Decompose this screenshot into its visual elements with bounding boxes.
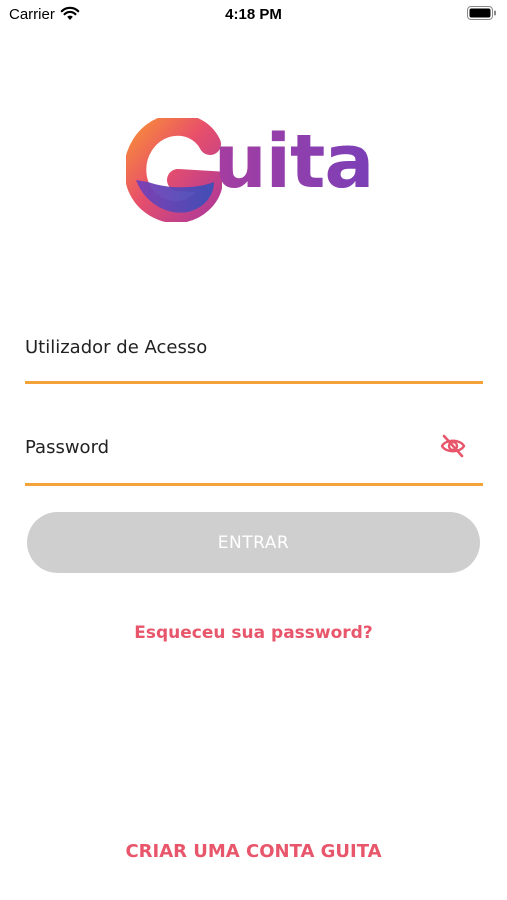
logo-mark-icon [126,118,222,222]
password-field-container [25,430,483,486]
eye-off-icon[interactable] [439,432,467,460]
logo-wordmark: uita [214,119,374,205]
forgot-password-link[interactable]: Esqueceu sua password? [0,623,507,643]
guita-logo: uita [126,118,386,222]
password-input[interactable] [25,430,425,464]
clock: 4:18 PM [225,6,282,23]
username-field-container [25,330,483,384]
battery-icon [467,6,496,20]
username-input[interactable] [25,330,425,364]
enter-button[interactable]: ENTRAR [27,512,480,573]
password-underline [25,483,483,486]
create-account-link[interactable]: CRIAR UMA CONTA GUITA [0,841,507,862]
status-bar: Carrier 4:18 PM [0,0,507,28]
username-underline [25,381,483,384]
